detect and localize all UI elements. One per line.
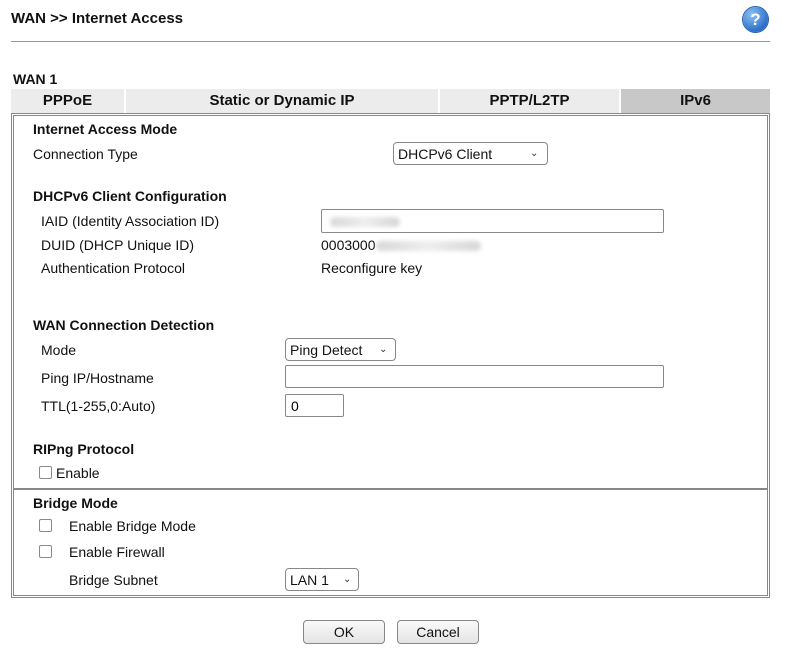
ipv6-settings-box — [13, 115, 768, 489]
duid-value: 0003000 — [321, 237, 376, 253]
enable-firewall-checkbox[interactable] — [39, 545, 52, 558]
ripng-enable-checkbox[interactable] — [39, 466, 52, 479]
iaid-label: IAID (Identity Association ID) — [41, 213, 220, 229]
connection-type-label: Connection Type — [33, 146, 138, 162]
bridge-subnet-select[interactable]: LAN 1 — [285, 568, 359, 591]
iaid-redacted — [330, 216, 400, 227]
tab-ipv6[interactable]: IPv6 — [619, 89, 770, 113]
wan-detection-heading: WAN Connection Detection — [33, 317, 215, 333]
auth-protocol-label: Authentication Protocol — [41, 260, 185, 276]
tab-static-dynamic-ip[interactable]: Static or Dynamic IP — [124, 89, 438, 113]
bridge-subnet-label: Bridge Subnet — [69, 572, 158, 588]
auth-protocol-value: Reconfigure key — [321, 260, 423, 276]
tab-pppoe[interactable]: PPPoE — [11, 89, 124, 113]
ripng-enable-label: Enable — [56, 465, 100, 481]
title-divider — [11, 41, 770, 42]
ttl-input[interactable] — [285, 394, 344, 417]
dhcpv6-config-heading: DHCPv6 Client Configuration — [33, 188, 227, 204]
enable-bridge-mode-checkbox[interactable] — [39, 519, 52, 532]
ping-host-input[interactable] — [285, 365, 664, 388]
duid-value-row: 0003000 — [321, 237, 481, 253]
ping-host-label: Ping IP/Hostname — [41, 370, 154, 386]
duid-redacted — [375, 241, 481, 252]
mode-label: Mode — [41, 342, 77, 358]
tab-pptp-l2tp[interactable]: PPTP/L2TP — [438, 89, 619, 113]
wan-label: WAN 1 — [13, 71, 58, 87]
bridge-mode-heading: Bridge Mode — [33, 495, 118, 511]
ttl-label: TTL(1-255,0:Auto) — [41, 398, 156, 414]
page-title: WAN >> Internet Access — [11, 10, 184, 27]
internet-access-mode-heading: Internet Access Mode — [33, 121, 178, 137]
iaid-input[interactable] — [321, 209, 664, 233]
help-icon[interactable]: ? — [743, 7, 768, 32]
duid-label: DUID (DHCP Unique ID) — [41, 237, 194, 253]
enable-firewall-label: Enable Firewall — [69, 544, 165, 560]
detection-mode-select[interactable]: Ping Detect — [285, 338, 396, 361]
ripng-heading: RIPng Protocol — [33, 441, 135, 457]
cancel-button[interactable]: Cancel — [397, 620, 479, 644]
connection-type-select[interactable]: DHCPv6 Client — [393, 142, 548, 165]
ok-button[interactable]: OK — [303, 620, 385, 644]
enable-bridge-mode-label: Enable Bridge Mode — [69, 518, 196, 534]
tab-bar: PPPoE Static or Dynamic IP PPTP/L2TP IPv… — [11, 89, 770, 113]
